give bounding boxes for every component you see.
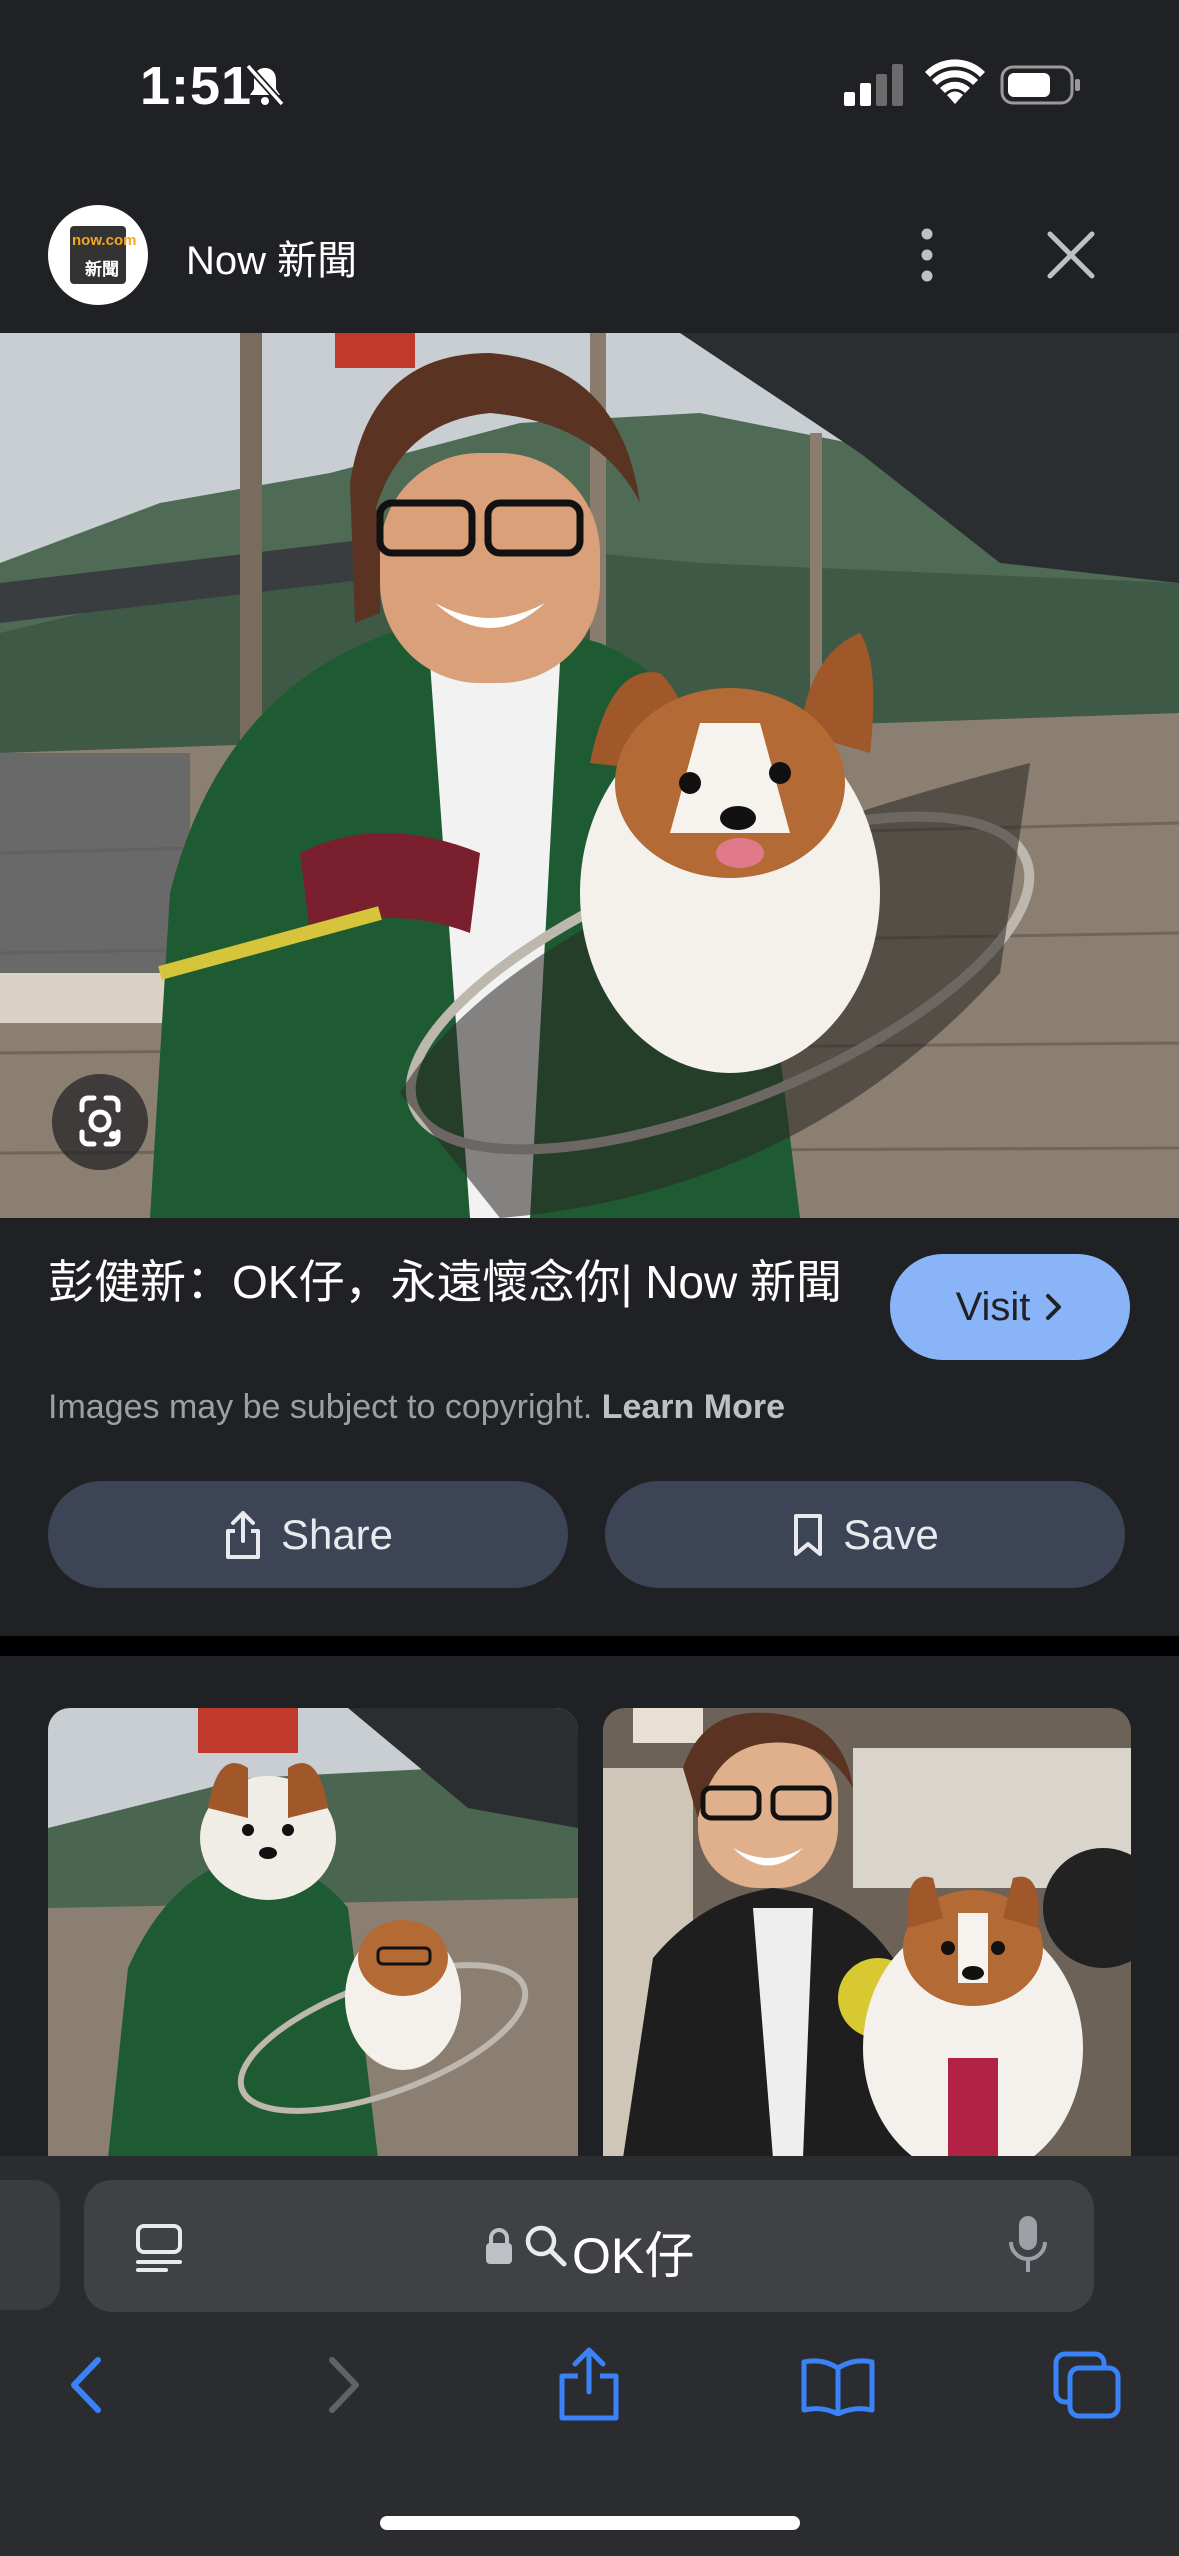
back-icon[interactable] [64,2352,112,2418]
mic-icon[interactable] [1008,2214,1048,2276]
visit-button[interactable]: Visit [890,1254,1130,1360]
share-label: Share [280,1510,394,1558]
save-label: Save [843,1510,939,1558]
logo-text-top: now.com [72,232,137,249]
image-viewer-header [0,175,1179,333]
section-divider [0,1636,1179,1656]
home-indicator [380,2516,800,2530]
wifi-icon [925,59,985,104]
related-image-1-picture [48,1708,578,2158]
result-title[interactable]: 彭健新：OK仔，永遠懷念你| Now 新聞 [48,1252,848,1312]
close-icon[interactable] [1044,228,1098,282]
main-image[interactable] [0,333,1179,1218]
related-image-2-picture [603,1708,1131,2158]
source-name[interactable]: Now 新聞 [186,228,357,286]
google-lens-icon [79,1095,121,1147]
status-time: 1:51 [140,56,253,116]
tabs-icon[interactable] [1052,2350,1124,2422]
share-button[interactable]: Share [48,1481,568,1588]
share-icon [225,1510,260,1559]
more-vert-icon[interactable] [910,226,944,284]
search-icon [525,2225,567,2267]
learn-more-link[interactable]: Learn More [602,1388,785,1426]
bookmark-icon [794,1513,823,1556]
copyright-notice: Images may be subject to copyright. Lear… [48,1388,785,1427]
cellular-signal-icon [844,64,903,106]
share-page-icon[interactable] [556,2346,622,2422]
google-lens-button[interactable] [52,1074,148,1170]
previous-tab-preview[interactable] [0,2180,60,2310]
related-image-2[interactable] [603,1708,1131,2158]
visit-label: Visit [955,1284,1031,1329]
battery-icon [1000,65,1080,105]
chevron-right-icon [1046,1294,1062,1320]
copyright-text: Images may be subject to copyright. [48,1388,593,1426]
save-button[interactable]: Save [605,1481,1125,1588]
lock-icon [486,2228,512,2264]
forward-icon[interactable] [318,2352,366,2418]
logo-text-bottom: 新聞 [85,260,119,279]
related-image-1[interactable] [48,1708,578,2158]
reader-mode-icon[interactable] [134,2222,184,2274]
book-icon[interactable] [800,2356,876,2416]
address-text[interactable]: OK仔 [572,2216,694,2288]
bell-slash-icon [245,63,285,107]
